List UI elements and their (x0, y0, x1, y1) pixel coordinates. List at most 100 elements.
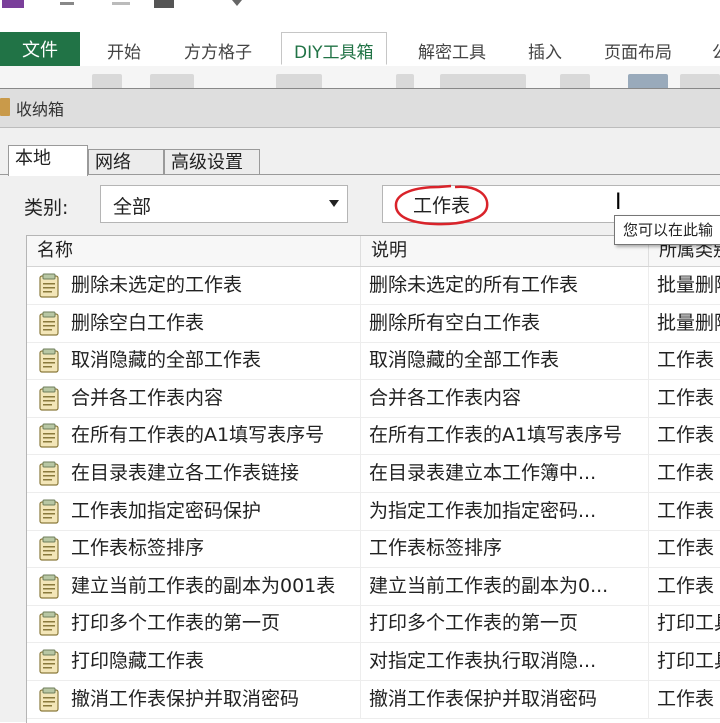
redo-icon[interactable] (112, 0, 130, 5)
column-header-name[interactable]: 名称 (27, 236, 361, 266)
ribbon-tab-bar: 文件 开始 方方格子 DIY工具箱 解密工具 插入 页面布局 公 (0, 30, 720, 67)
box-icon (0, 98, 10, 116)
clipboard-icon (37, 611, 61, 637)
row-name: 工作表标签排序 (27, 530, 361, 568)
row-name-text: 合并各工作表内容 (71, 386, 224, 409)
clipboard-icon (37, 536, 61, 562)
row-name: 撤消工作表保护并取消密码 (27, 680, 361, 718)
row-description: 建立当前工作表的副本为0... (361, 567, 649, 605)
row-category: 打印工具 (649, 643, 720, 680)
table-row[interactable]: 打印隐藏工作表 对指定工作表执行取消隐...打印工具 (27, 643, 720, 681)
tab-insert[interactable]: 插入 (528, 38, 562, 63)
ribbon-body (0, 66, 720, 88)
table-row[interactable]: 在目录表建立各工作表链接 在目录表建立本工作簿中... 工作表 (27, 455, 720, 493)
row-category: 工作表 (649, 455, 720, 492)
row-name: 在所有工作表的A1填写表序号 (27, 417, 361, 455)
tab-network[interactable]: 网络 (88, 149, 164, 175)
row-name-text: 打印隐藏工作表 (71, 650, 205, 672)
clipboard-icon (37, 574, 61, 600)
table-row[interactable]: 删除空白工作表 删除所有空白工作表批量删除 (27, 304, 720, 343)
row-description: 删除未选定的所有工作表 (361, 267, 649, 304)
dialog-title: 收纳箱 (16, 100, 65, 119)
table-row[interactable]: 建立当前工作表的副本为001表 建立当前工作表的副本为0... 工作表 (27, 567, 720, 606)
clipboard-icon (37, 649, 61, 675)
local-panel: 类别: 全部 工作表 I 您可以在此输 名称 说明 所属类别 删除未选定的工作表… (0, 174, 720, 723)
tab-decrypt-tools[interactable]: 解密工具 (418, 38, 486, 63)
row-name-text: 撤消工作表保护并取消密码 (71, 687, 300, 710)
row-name-text: 删除未选定的工作表 (71, 274, 243, 296)
row-name: 建立当前工作表的副本为001表 (27, 567, 361, 605)
row-name: 取消隐藏的全部工作表 (27, 342, 361, 380)
ribbon-button-icon[interactable] (276, 74, 322, 88)
row-name: 删除未选定的工作表 (27, 267, 361, 304)
column-header-description[interactable]: 说明 (361, 236, 649, 266)
ribbon-button-icon[interactable] (396, 74, 414, 88)
category-label: 类别: (24, 197, 69, 219)
tab-home[interactable]: 开始 (107, 38, 141, 63)
clipboard-icon (37, 348, 61, 374)
search-value: 工作表 (413, 195, 471, 217)
table-row[interactable]: 在所有工作表的A1填写表序号 在所有工作表的A1填写表序号 工作表 (27, 417, 720, 456)
table-row[interactable]: 工作表加指定密码保护 为指定工作表加指定密码... 工作表 (27, 492, 720, 531)
tab-formulas[interactable]: 公 (712, 38, 720, 63)
quick-access-toolbar (0, 0, 720, 30)
table-row[interactable]: 撤消工作表保护并取消密码 撤消工作表保护并取消密码 工作表 (27, 680, 720, 719)
row-category: 批量删除 (649, 267, 720, 304)
ribbon-button-icon[interactable] (560, 74, 590, 88)
row-description: 对指定工作表执行取消隐... (361, 643, 649, 680)
tab-local[interactable]: 本地 (8, 145, 88, 176)
tab-page-layout[interactable]: 页面布局 (604, 38, 672, 63)
dialog-titlebar[interactable]: 收纳箱 (0, 89, 720, 128)
chevron-down-icon[interactable] (329, 200, 339, 207)
row-name-text: 在所有工作表的A1填写表序号 (71, 424, 325, 447)
undo-icon[interactable] (60, 0, 74, 5)
row-name-text: 建立当前工作表的副本为001表 (71, 574, 336, 597)
file-tab[interactable]: 文件 (0, 32, 80, 66)
clipboard-icon (37, 311, 61, 337)
ribbon-button-icon[interactable] (680, 74, 720, 88)
row-category: 批量删除 (649, 305, 720, 342)
tab-diy-toolbox[interactable]: DIY工具箱 (281, 32, 387, 65)
print-icon[interactable] (154, 0, 174, 8)
ribbon-button-icon[interactable] (150, 74, 194, 88)
row-description: 打印多个工作表的第一页 (361, 605, 649, 643)
customize-dropdown-icon[interactable] (232, 0, 242, 6)
row-name: 删除空白工作表 (27, 304, 361, 342)
row-description: 合并各工作表内容 (361, 379, 649, 417)
row-category: 工作表 (649, 681, 720, 718)
tooltip: 您可以在此输 (614, 215, 720, 245)
row-description: 撤消工作表保护并取消密码 (361, 680, 649, 718)
category-select[interactable]: 全部 (100, 185, 348, 223)
row-description: 取消隐藏的全部工作表 (361, 342, 649, 380)
row-name-text: 取消隐藏的全部工作表 (71, 349, 262, 372)
row-description: 为指定工作表加指定密码... (361, 492, 649, 530)
row-description: 在目录表建立本工作簿中... (361, 455, 649, 492)
clipboard-icon (37, 499, 61, 525)
row-name: 在目录表建立各工作表链接 (27, 455, 361, 492)
table-row[interactable]: 取消隐藏的全部工作表 取消隐藏的全部工作表 工作表 (27, 342, 720, 381)
row-name-text: 删除空白工作表 (71, 311, 205, 334)
clipboard-icon (37, 423, 61, 449)
category-value: 全部 (113, 196, 152, 218)
row-category: 工作表 (649, 380, 720, 417)
clipboard-icon (37, 687, 61, 713)
table-row[interactable]: 打印多个工作表的第一页打印多个工作表的第一页打印工具 (27, 605, 720, 644)
row-category: 工作表 (649, 417, 720, 454)
ribbon-button-icon[interactable] (628, 74, 668, 88)
save-icon[interactable] (2, 0, 24, 8)
row-category: 工作表 (649, 568, 720, 605)
table-row[interactable]: 工作表标签排序 工作表标签排序 工作表 (27, 530, 720, 569)
tab-fangfang[interactable]: 方方格子 (184, 38, 252, 63)
text-cursor-icon: I (615, 190, 622, 215)
row-name: 合并各工作表内容 (27, 379, 361, 417)
ribbon-button-icon[interactable] (92, 74, 122, 88)
table-row[interactable]: 删除未选定的工作表 删除未选定的所有工作表批量删除 (27, 267, 720, 305)
row-name: 打印隐藏工作表 (27, 643, 361, 680)
tab-advanced-settings[interactable]: 高级设置 (164, 149, 260, 175)
clipboard-icon (37, 386, 61, 412)
ribbon-button-icon[interactable] (440, 74, 526, 88)
row-category: 工作表 (649, 342, 720, 379)
row-category: 工作表 (649, 530, 720, 567)
row-name-text: 工作表标签排序 (71, 537, 205, 560)
table-row[interactable]: 合并各工作表内容 合并各工作表内容 工作表 (27, 379, 720, 418)
